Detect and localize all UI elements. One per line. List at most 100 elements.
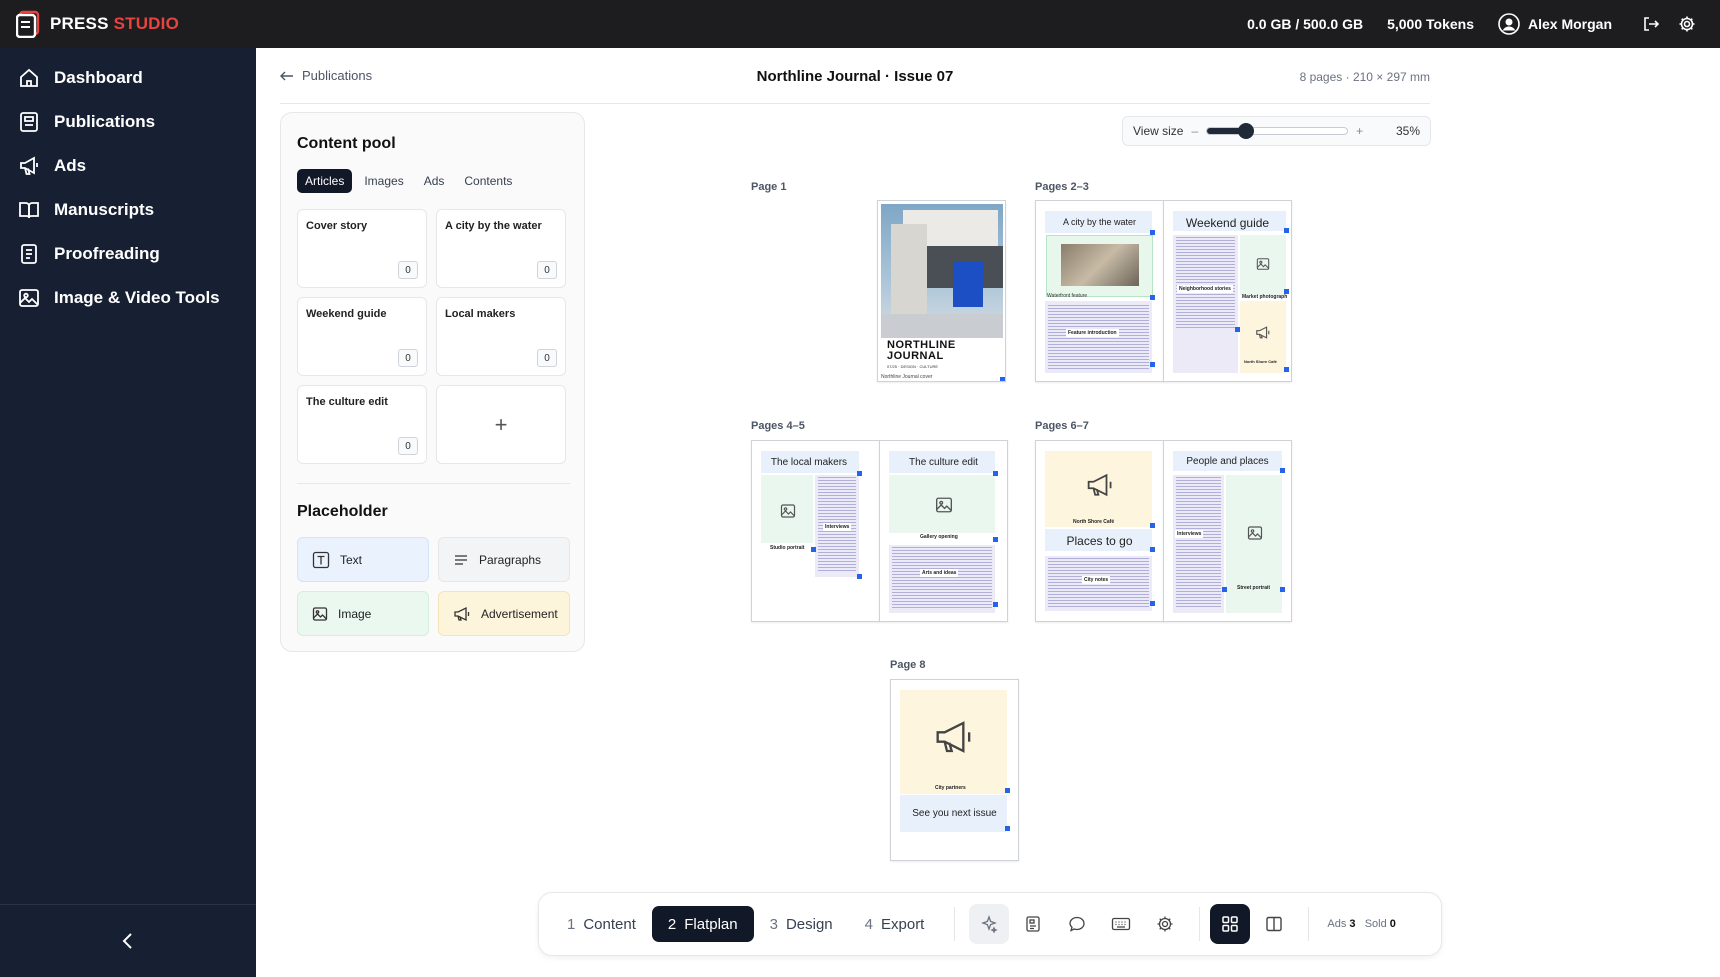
resize-handle[interactable] [1284,228,1289,233]
resize-handle[interactable] [993,602,998,607]
resize-handle[interactable] [1150,523,1155,528]
placeholder-paragraphs[interactable]: Paragraphs [438,537,570,582]
sidebar: Dashboard Publications Ads Manuscripts P… [0,48,256,977]
resize-handle[interactable] [993,537,998,542]
grid-view-button[interactable] [1210,904,1251,944]
sidebar-item-proofreading[interactable]: Proofreading [0,232,256,276]
book-icon [19,202,39,219]
placeholder-label: Advertisement [481,606,558,621]
resize-handle[interactable] [1284,367,1289,372]
split-view-button[interactable] [1254,904,1294,944]
content-pool-tabs: Articles Images Ads Contents [297,169,520,193]
add-article-button[interactable]: + [436,385,566,464]
page-3[interactable]: Weekend guide Neighborhood stories Marke… [1163,200,1292,382]
page-heading: Weekend guide [1185,216,1270,230]
resize-handle[interactable] [1235,327,1240,332]
sidebar-item-manuscripts[interactable]: Manuscripts [0,188,256,232]
article-card[interactable]: Cover story 0 [297,209,427,288]
step-export[interactable]: 4 Export [849,906,941,942]
placeholder-image[interactable]: Image [297,591,429,636]
step-flatplan[interactable]: 2 Flatplan [651,906,754,942]
spread-label: Pages 2–3 [1035,181,1089,193]
resize-handle[interactable] [1150,601,1155,606]
tab-images[interactable]: Images [356,169,411,193]
article-card[interactable]: Weekend guide 0 [297,297,427,376]
chevron-left-icon [122,933,132,949]
settings-gear-icon[interactable] [1678,15,1696,33]
page-7[interactable]: People and places Interviews Street port… [1163,440,1292,622]
settings-button[interactable] [1145,904,1185,944]
zoom-out-button[interactable]: – [1191,124,1198,138]
article-card[interactable]: A city by the water 0 [436,209,566,288]
view-size-slider[interactable] [1206,123,1349,139]
resize-handle[interactable] [857,574,862,579]
zoom-in-button[interactable]: + [1356,124,1363,138]
resize-handle[interactable] [1000,377,1005,381]
tab-articles[interactable]: Articles [297,169,353,193]
resize-handle[interactable] [1280,468,1285,473]
settings-gear-icon [1157,916,1173,932]
article-card-title: A city by the water [445,220,542,232]
page-properties-button[interactable] [1013,904,1053,944]
article-card[interactable]: The culture edit 0 [297,385,427,464]
resize-handle[interactable] [1280,587,1285,592]
sidebar-item-publications[interactable]: Publications [0,100,256,144]
sidebar-item-image-video-tools[interactable]: Image & Video Tools [0,276,256,320]
image-icon [1247,526,1263,540]
placeholder-text[interactable]: Text [297,537,429,582]
image-icon [936,497,952,513]
view-size-slider-knob[interactable] [1238,123,1255,139]
resize-handle[interactable] [1005,826,1010,831]
article-card[interactable]: Local makers 0 [436,297,566,376]
page-2[interactable]: A city by the water Waterfront feature F… [1035,200,1164,382]
resize-handle[interactable] [1005,788,1010,793]
step-content[interactable]: 1 Content [551,906,652,942]
megaphone-icon [936,721,971,753]
tab-contents[interactable]: Contents [456,169,520,193]
logout-icon[interactable] [1642,15,1660,33]
resize-handle[interactable] [857,471,862,476]
page-8[interactable]: City partners See you next issue [890,679,1019,861]
magazine-photo [1061,244,1139,286]
cover-subline: 07/25 · DESIGN · CULTURE [887,364,939,369]
cover-caption: Northline Journal cover [881,374,933,380]
step-number: 2 [667,915,677,933]
step-label: Content [583,915,636,933]
sidebar-item-dashboard[interactable]: Dashboard [0,56,256,100]
paragraph-lines-icon [455,554,467,565]
text-lines [1176,237,1235,329]
resize-handle[interactable] [1150,230,1155,235]
resize-handle[interactable] [1150,362,1155,367]
placeholder-advertisement[interactable]: Advertisement [438,591,570,636]
sidebar-item-ads[interactable]: Ads [0,144,256,188]
page-heading: The culture edit [909,457,978,468]
resize-handle[interactable] [1150,547,1155,552]
page-heading: Places to go [1066,534,1133,548]
article-usage-count: 0 [537,349,557,367]
comments-button[interactable] [1057,904,1097,944]
page-6[interactable]: North Shore Café Places to go City notes [1035,440,1164,622]
resize-handle[interactable] [1222,587,1227,592]
page-4[interactable]: The local makers Studio portrait Intervi… [751,440,880,622]
tab-ads[interactable]: Ads [416,169,453,193]
resize-handle[interactable] [993,471,998,476]
ai-sparkle-button[interactable] [969,904,1010,944]
user-menu[interactable]: Alex Morgan [1498,13,1612,35]
resize-handle[interactable] [1150,295,1155,300]
text-box-icon [312,551,330,568]
resize-handle[interactable] [811,547,816,552]
image-placeholder [1226,475,1282,613]
columns-icon [1266,916,1283,932]
page-1-cover[interactable]: NORTHLINE JOURNAL 07/25 · DESIGN · CULTU… [877,200,1006,382]
box-caption: Interviews [1175,530,1204,538]
collapse-sidebar-button[interactable] [0,904,256,977]
publication-meta: 8 pages · 210 × 297 mm [1299,70,1430,84]
sold-label: Sold [1364,918,1387,930]
app-logo[interactable]: PRESS STUDIO [16,10,179,38]
press-logo-icon [16,10,40,38]
page-heading: A city by the water [1062,217,1137,227]
keyboard-shortcuts-button[interactable] [1101,904,1141,944]
step-design[interactable]: 3 Design [754,906,849,942]
page-5[interactable]: The culture edit Gallery opening Arts an… [879,440,1008,622]
resize-handle[interactable] [1284,289,1289,294]
